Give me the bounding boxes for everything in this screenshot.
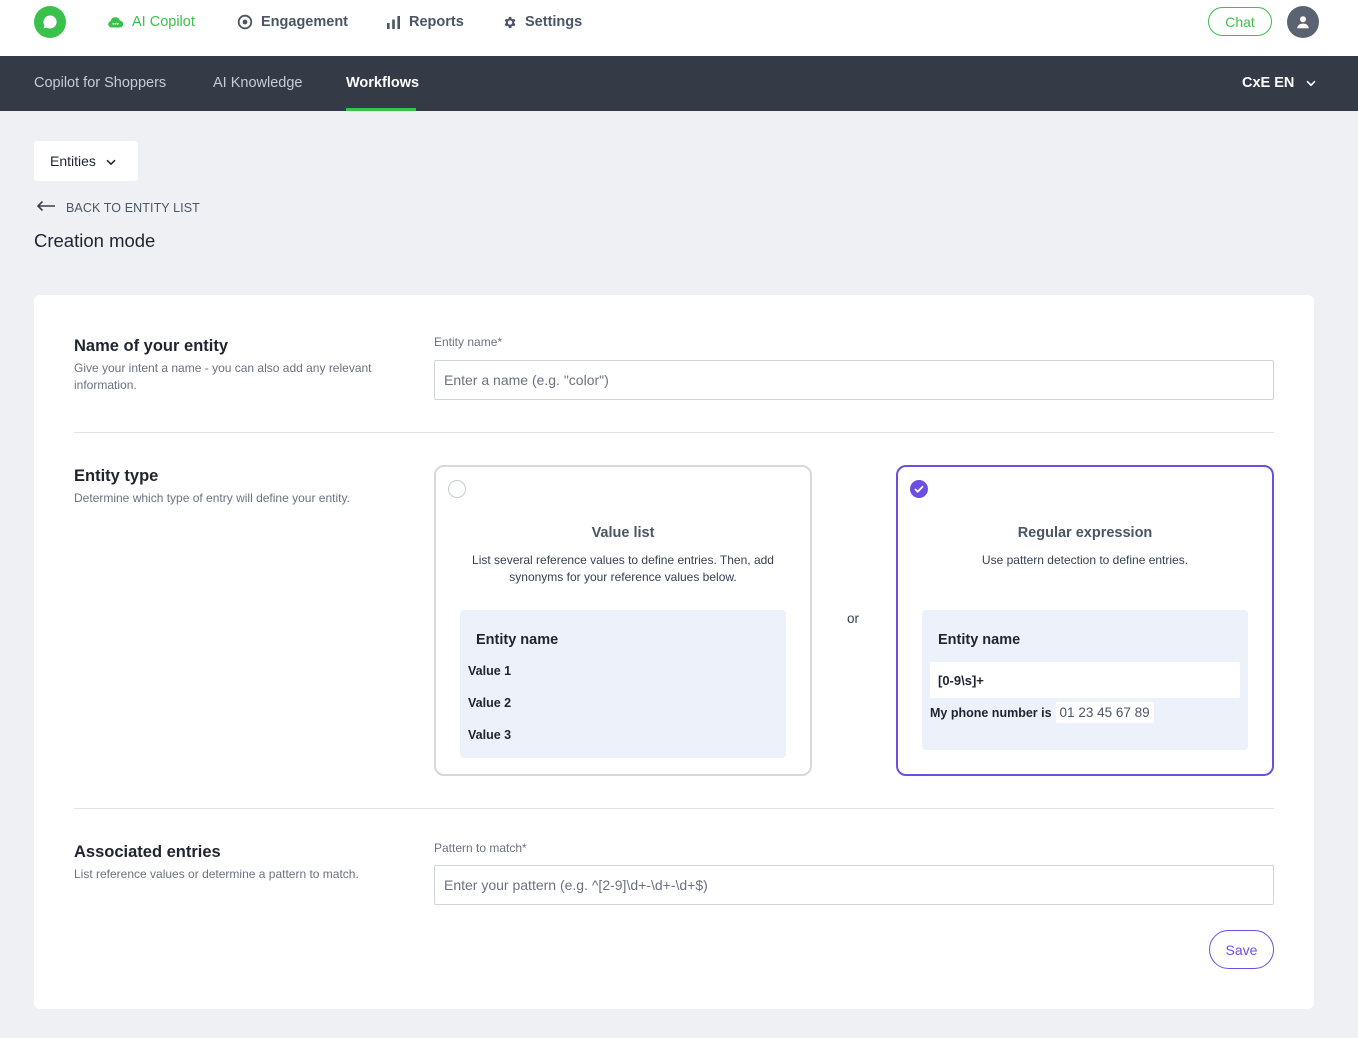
regex-preview: Entity name [0-9\s]+ My phone number is …: [922, 610, 1248, 750]
nav-reports[interactable]: Reports: [386, 12, 464, 32]
entries-section-description: List reference values or determine a pat…: [74, 867, 359, 881]
language-selector[interactable]: CxE EN: [1242, 75, 1316, 91]
nav-settings[interactable]: Settings: [502, 12, 582, 32]
nav-reports-label: Reports: [409, 14, 464, 30]
chevron-down-icon: [1306, 75, 1316, 91]
pattern-input[interactable]: [434, 865, 1274, 905]
entities-dropdown[interactable]: Entities: [34, 141, 138, 181]
language-label: CxE EN: [1242, 75, 1295, 91]
cloud-chat-icon: [107, 15, 124, 29]
top-navbar: AI Copilot Engagement Reports Settings C…: [0, 0, 1358, 56]
sub-navbar: Copilot for Shoppers AI Knowledge Workfl…: [0, 56, 1358, 111]
regex-description: Use pattern detection to define entries.: [981, 553, 1189, 567]
user-avatar[interactable]: [1287, 6, 1319, 38]
nav-ai-copilot-label: AI Copilot: [132, 14, 195, 30]
value-list-preview-value: Value 3: [468, 728, 512, 742]
chevron-down-icon: [106, 153, 116, 169]
name-section-title: Name of your entity: [74, 337, 229, 355]
save-button[interactable]: Save: [1209, 930, 1274, 969]
tab-ai-knowledge[interactable]: AI Knowledge: [213, 75, 302, 91]
active-tab-indicator: [346, 108, 416, 111]
regex-preview-match: 01 23 45 67 89: [1055, 702, 1154, 723]
value-list-preview-value: Value 1: [468, 664, 512, 678]
chat-bubble-icon: [43, 15, 57, 29]
value-list-description: List several reference values to define …: [472, 553, 774, 584]
target-icon: [237, 14, 253, 30]
entities-dropdown-label: Entities: [50, 153, 96, 169]
regex-radio[interactable]: [910, 480, 928, 498]
regex-preview-pattern: [0-9\s]+: [930, 662, 1240, 698]
app-logo[interactable]: [34, 6, 66, 38]
nav-settings-label: Settings: [525, 14, 583, 30]
back-link-label: BACK TO ENTITY LIST: [66, 200, 200, 215]
user-icon: [1297, 16, 1309, 29]
entity-form-card: Name of your entity Give your intent a n…: [34, 295, 1314, 1009]
regex-title: Regular expression: [1017, 525, 1153, 541]
back-to-entity-list-link[interactable]: BACK TO ENTITY LIST: [36, 200, 200, 215]
value-list-preview: Entity name Value 1 Value 2 Value 3: [460, 610, 786, 758]
gear-icon: [502, 15, 517, 30]
or-separator: or: [847, 611, 860, 626]
value-list-radio[interactable]: [448, 480, 466, 498]
tab-copilot-for-shoppers[interactable]: Copilot for Shoppers: [34, 75, 166, 91]
tab-workflows[interactable]: Workflows: [346, 75, 419, 91]
regex-preview-example: My phone number is 01 23 45 67 89: [930, 702, 1154, 723]
pattern-label: Pattern to match*: [434, 841, 527, 855]
nav-engagement[interactable]: Engagement: [237, 12, 348, 32]
entries-section-title: Associated entries: [74, 843, 221, 861]
regex-preview-sentence: My phone number is: [930, 705, 1052, 720]
regex-preview-title: Entity name: [938, 632, 1021, 648]
entity-name-input[interactable]: [434, 360, 1274, 400]
section-divider: [74, 432, 1274, 433]
entity-name-label: Entity name*: [434, 335, 503, 349]
arrow-left-icon: [36, 200, 56, 215]
nav-ai-copilot[interactable]: AI Copilot: [107, 12, 195, 32]
type-section-description: Determine which type of entry will defin…: [74, 491, 350, 505]
value-list-title: Value list: [591, 525, 655, 541]
type-section-title: Entity type: [74, 467, 159, 485]
value-list-preview-value: Value 2: [468, 696, 512, 710]
chat-button[interactable]: Chat: [1208, 7, 1272, 36]
value-list-preview-title: Entity name: [476, 632, 559, 648]
value-list-option-card[interactable]: Value list List several reference values…: [434, 465, 812, 776]
name-section-description: Give your intent a name - you can also a…: [74, 361, 372, 392]
regex-option-card[interactable]: Regular expression Use pattern detection…: [896, 465, 1274, 776]
page-title: Creation mode: [34, 230, 156, 251]
nav-engagement-label: Engagement: [261, 14, 349, 30]
section-divider: [74, 808, 1274, 809]
check-icon: [914, 485, 924, 493]
bar-chart-icon: [386, 15, 401, 30]
